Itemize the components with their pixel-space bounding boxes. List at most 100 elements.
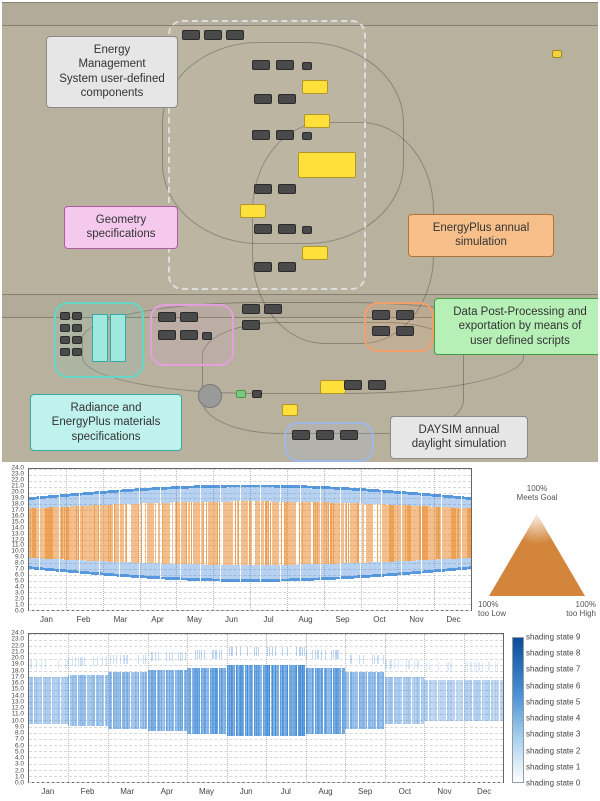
y-tick: 1.0 <box>15 602 24 609</box>
x-tick: Aug <box>298 615 312 624</box>
y-tick: 17.0 <box>11 673 24 680</box>
x-tick: Mar <box>120 787 134 796</box>
y-tick: 22.0 <box>11 476 24 483</box>
y-tick: 23.0 <box>11 636 24 643</box>
x-tick: Nov <box>437 787 451 796</box>
y-tick: 11.0 <box>12 542 24 549</box>
tri-right-pct: 100% <box>566 600 596 609</box>
x-tick: May <box>187 615 202 624</box>
triangle-icon <box>489 514 585 596</box>
x-tick: Jan <box>40 615 53 624</box>
x-tick: Aug <box>318 787 332 796</box>
shading-legend-item: shading state 4 <box>526 714 580 723</box>
shading-legend-item: shading state 3 <box>526 730 580 739</box>
shading-legend-item: shading state 8 <box>526 649 580 658</box>
y-tick: 2.0 <box>15 767 24 774</box>
y-tick: 0.0 <box>15 780 24 787</box>
y-tick: 10.0 <box>11 717 24 724</box>
x-tick: May <box>199 787 214 796</box>
shading-legend-item: shading state 6 <box>526 681 580 690</box>
y-tick: 18.0 <box>11 500 24 507</box>
shading-legend-item: shading state 9 <box>526 633 580 642</box>
x-tick: Feb <box>81 787 95 796</box>
y-tick: 20.0 <box>11 488 24 495</box>
x-tick: Jul <box>263 615 273 624</box>
x-tick: Oct <box>373 615 385 624</box>
y-tick: 16.0 <box>11 512 24 519</box>
y-tick: 21.0 <box>11 482 24 489</box>
shading-legend-item: shading state 5 <box>526 697 580 706</box>
y-tick: 19.0 <box>11 661 24 668</box>
y-tick: 18.0 <box>11 667 24 674</box>
y-tick: 4.0 <box>15 584 24 591</box>
x-tick: Mar <box>114 615 128 624</box>
y-tick: 9.0 <box>15 554 24 561</box>
y-tick: 24.0 <box>11 465 24 472</box>
shading-legend-item: shading state 0 <box>526 779 580 788</box>
y-tick: 11.0 <box>12 711 24 718</box>
x-tick: Feb <box>77 615 91 624</box>
tri-left-label: too Low <box>478 609 506 618</box>
y-tick: 12.0 <box>11 536 24 543</box>
plot-area <box>28 468 472 611</box>
y-tick: 5.0 <box>15 748 24 755</box>
annual-shading-heatmap: 0.01.02.03.04.05.06.07.08.09.010.011.012… <box>0 629 600 801</box>
tri-top-pct: 100% <box>478 484 596 493</box>
tri-top-label: Meets Goal <box>478 493 596 502</box>
y-tick: 12.0 <box>11 705 24 712</box>
y-tick: 15.0 <box>11 518 24 525</box>
shading-legend: shading state 9shading state 8shading st… <box>512 637 594 783</box>
y-tick: 23.0 <box>11 470 24 477</box>
grasshopper-canvas: EnergyManagementSystem user-definedcompo… <box>2 2 598 462</box>
x-tick: Apr <box>151 615 163 624</box>
triangle-legend: 100% Meets Goal 100% too Low 100% too Hi… <box>478 484 596 604</box>
y-tick: 24.0 <box>11 630 24 637</box>
y-tick: 16.0 <box>11 680 24 687</box>
x-tick: Sep <box>358 787 372 796</box>
y-tick: 1.0 <box>15 773 24 780</box>
y-tick: 2.0 <box>15 596 24 603</box>
y-tick: 17.0 <box>11 506 24 513</box>
y-tick: 15.0 <box>11 686 24 693</box>
y-tick: 13.0 <box>11 530 24 537</box>
y-tick: 7.0 <box>15 566 24 573</box>
y-tick: 6.0 <box>15 572 24 579</box>
y-tick: 21.0 <box>11 648 24 655</box>
x-tick: Apr <box>161 787 173 796</box>
y-tick: 19.0 <box>11 494 24 501</box>
x-tick: Jun <box>240 787 253 796</box>
tri-right-label: too High <box>566 609 596 618</box>
label-materials: Radiance andEnergyPlus materialsspecific… <box>30 394 182 451</box>
y-tick: 5.0 <box>15 578 24 585</box>
x-tick: Dec <box>477 787 491 796</box>
x-tick: Dec <box>446 615 460 624</box>
node <box>552 50 562 58</box>
shading-colorbar <box>512 637 524 783</box>
y-tick: 20.0 <box>11 655 24 662</box>
shading-legend-item: shading state 2 <box>526 746 580 755</box>
x-axis: JanFebMarAprMayJunJulAugSepOctNovDec <box>28 613 472 629</box>
y-tick: 14.0 <box>11 524 24 531</box>
y-axis: 0.01.02.03.04.05.06.07.08.09.010.011.012… <box>0 468 26 611</box>
y-tick: 22.0 <box>11 642 24 649</box>
x-tick: Sep <box>335 615 349 624</box>
y-tick: 9.0 <box>15 723 24 730</box>
y-tick: 8.0 <box>15 730 24 737</box>
y-tick: 0.0 <box>15 608 24 615</box>
y-tick: 10.0 <box>11 548 24 555</box>
circle-node <box>198 384 222 408</box>
label-geometry: Geometryspecifications <box>64 206 178 249</box>
y-axis: 0.01.02.03.04.05.06.07.08.09.010.011.012… <box>0 633 26 783</box>
x-tick: Jun <box>225 615 238 624</box>
y-tick: 8.0 <box>15 560 24 567</box>
x-tick: Oct <box>399 787 411 796</box>
y-tick: 3.0 <box>15 590 24 597</box>
y-tick: 3.0 <box>15 761 24 768</box>
y-tick: 6.0 <box>15 742 24 749</box>
tri-left-pct: 100% <box>478 600 506 609</box>
y-tick: 14.0 <box>11 692 24 699</box>
label-daysim: DAYSIM annualdaylight simulation <box>390 416 528 459</box>
shading-legend-item: shading state 1 <box>526 762 580 771</box>
plot-area <box>28 633 504 783</box>
annual-comfort-heatmap: 0.01.02.03.04.05.06.07.08.09.010.011.012… <box>0 464 600 629</box>
